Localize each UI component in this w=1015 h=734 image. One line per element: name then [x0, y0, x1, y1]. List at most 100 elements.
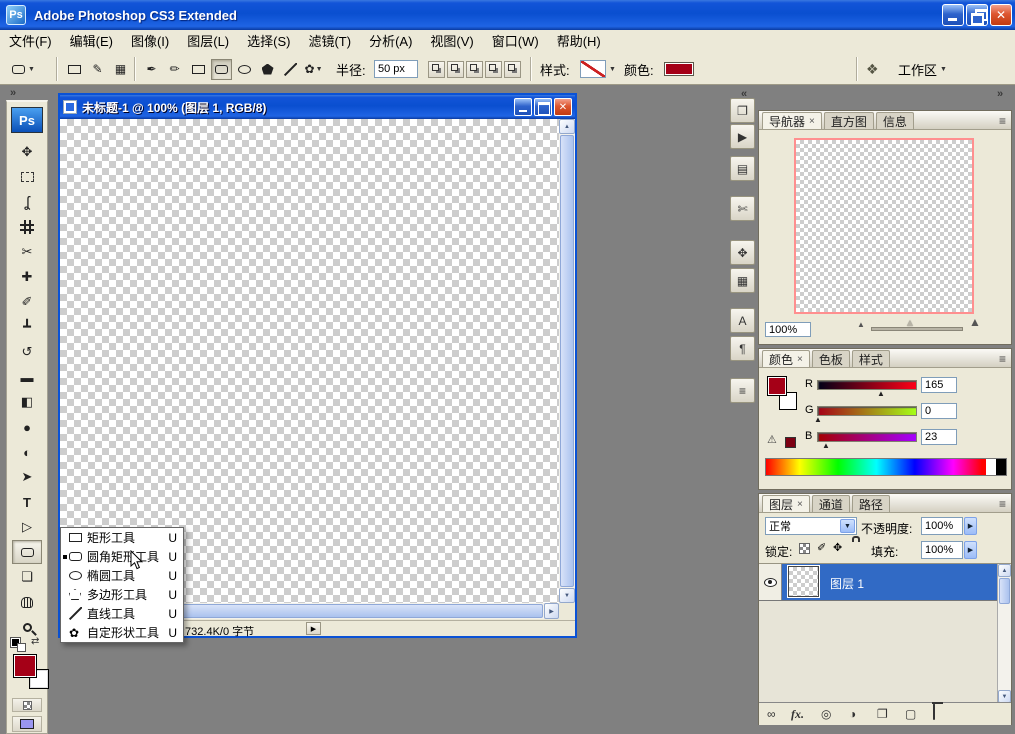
menu-help[interactable]: 帮助(H)	[548, 30, 610, 54]
tool-shape[interactable]	[12, 540, 42, 564]
channel-b-input[interactable]: 23	[921, 429, 957, 445]
dock-panel-button-3[interactable]: ▤	[730, 156, 755, 181]
opacity-spinner-icon[interactable]: ▶	[964, 517, 977, 535]
panel-menu-icon[interactable]: ≡	[999, 352, 1006, 366]
polygon-tool-button[interactable]	[257, 59, 278, 80]
fill-spinner-icon[interactable]: ▶	[964, 541, 977, 559]
new-shape-button[interactable]	[428, 61, 445, 78]
gamut-color-swatch[interactable]	[785, 437, 796, 448]
channel-g-slider[interactable]	[817, 406, 917, 416]
fill-pixels-button[interactable]: ▦	[110, 59, 131, 80]
opacity-input[interactable]: 100%	[921, 517, 963, 535]
tab-close-icon[interactable]: ×	[797, 354, 803, 365]
shape-layers-button[interactable]	[64, 59, 85, 80]
foreground-color-swatch[interactable]	[13, 654, 37, 678]
tool-notes[interactable]: ❏	[12, 565, 42, 589]
tab-navigator[interactable]: 导航器 ×	[762, 112, 822, 129]
shape-color-swatch[interactable]	[664, 62, 694, 76]
tab-histogram[interactable]: 直方图	[824, 112, 874, 129]
layer-list-scrollbar[interactable]: ▲ ▼	[997, 564, 1011, 703]
scroll-thumb[interactable]	[560, 135, 574, 587]
rectangle-tool-button[interactable]	[188, 59, 209, 80]
exclude-shape-button[interactable]	[504, 61, 521, 78]
tab-close-icon[interactable]: ×	[809, 116, 815, 127]
layer-mask-icon[interactable]: ◎	[821, 707, 831, 721]
new-layer-icon[interactable]: ▢	[905, 707, 916, 721]
tool-path-selection[interactable]: ➤	[12, 465, 42, 489]
menu-layer[interactable]: 图层(L)	[178, 30, 238, 54]
ellipse-tool-button[interactable]	[234, 59, 255, 80]
zoom-in-icon[interactable]: ▲	[969, 315, 981, 329]
menu-window[interactable]: 窗口(W)	[483, 30, 548, 54]
slider-thumb-icon[interactable]: ▲	[905, 318, 915, 329]
add-shape-button[interactable]	[447, 61, 464, 78]
flyout-item-custom-shape[interactable]: ✿ 自定形状工具 U	[61, 623, 183, 642]
dock-panel-button-4[interactable]: ✄	[730, 196, 755, 221]
tab-info[interactable]: 信息	[876, 112, 914, 129]
scroll-up-icon[interactable]: ▲	[559, 119, 575, 134]
channel-r-input[interactable]: 165	[921, 377, 957, 393]
tool-lasso[interactable]: ʆ	[12, 190, 42, 214]
tab-layers[interactable]: 图层 ×	[762, 495, 810, 512]
tool-clone-stamp[interactable]: ┻	[12, 315, 42, 339]
vertical-scrollbar[interactable]: ▲ ▼	[559, 119, 575, 603]
tool-direct-selection[interactable]: ▷	[12, 515, 42, 539]
restore-button[interactable]	[966, 4, 988, 26]
layer-row[interactable]: 图层 1	[759, 564, 997, 601]
fill-input[interactable]: 100%	[921, 541, 963, 559]
dock-panel-button-7[interactable]: A	[730, 308, 755, 333]
tool-preset-picker[interactable]: ▼	[12, 54, 35, 84]
slider-thumb-icon[interactable]: ▲	[822, 441, 830, 450]
tool-move[interactable]: ✥	[12, 140, 42, 164]
dock-panel-button-5[interactable]: ✥	[730, 240, 755, 265]
tab-channels[interactable]: 通道	[812, 495, 850, 512]
panel-menu-icon[interactable]: ≡	[999, 497, 1006, 511]
menu-view[interactable]: 视图(V)	[421, 30, 482, 54]
blend-mode-select[interactable]: 正常 ▼	[765, 517, 857, 535]
layer-visibility-cell[interactable]	[759, 564, 782, 600]
scroll-down-icon[interactable]: ▼	[559, 588, 575, 603]
layer-name[interactable]: 图层 1	[830, 575, 864, 592]
tool-blur[interactable]: ●	[12, 415, 42, 439]
channel-b-slider[interactable]	[817, 432, 917, 442]
tab-paths[interactable]: 路径	[852, 495, 890, 512]
tool-crop[interactable]	[12, 215, 42, 239]
zoom-out-icon[interactable]: ▲	[857, 320, 865, 329]
menu-filter[interactable]: 滤镜(T)	[299, 30, 360, 54]
menu-file[interactable]: 文件(F)	[0, 30, 61, 54]
tool-history-brush[interactable]: ↺	[12, 340, 42, 364]
navigator-zoom-slider[interactable]	[871, 327, 963, 331]
dropdown-icon[interactable]: ▼	[840, 519, 855, 533]
white-swatch[interactable]	[986, 459, 996, 475]
tool-type[interactable]: T	[12, 490, 42, 514]
dock-panel-button-1[interactable]: ❐	[730, 98, 755, 123]
slider-thumb-icon[interactable]: ▲	[877, 389, 885, 398]
document-titlebar[interactable]: 未标题-1 @ 100% (图层 1, RGB/8) ✕	[60, 95, 575, 119]
menu-edit[interactable]: 编辑(E)	[61, 30, 122, 54]
channel-g-input[interactable]: 0	[921, 403, 957, 419]
scroll-up-icon[interactable]: ▲	[998, 564, 1011, 577]
workspace-button[interactable]: 工作区 ▼	[898, 54, 947, 84]
new-group-icon[interactable]: ❐	[877, 707, 888, 721]
dock-panel-button-9[interactable]: ≡	[730, 378, 755, 403]
close-button[interactable]: ✕	[990, 4, 1012, 26]
swap-colors-icon[interactable]: ⇄	[31, 636, 39, 647]
gamut-warning-icon[interactable]: ⚠	[767, 433, 777, 446]
flyout-item-rectangle[interactable]: 矩形工具 U	[61, 528, 183, 547]
rounded-rectangle-tool-button[interactable]	[211, 59, 232, 80]
default-colors-icon[interactable]	[11, 638, 27, 652]
intersect-shape-button[interactable]	[485, 61, 502, 78]
layer-style-icon[interactable]: fx.	[791, 707, 804, 722]
pen-tool-button[interactable]: ✒	[141, 59, 162, 80]
tool-eraser[interactable]: ▬	[12, 365, 42, 389]
layer-thumbnail[interactable]	[788, 566, 819, 597]
tool-hand[interactable]	[12, 590, 42, 614]
tool-rectangular-marquee[interactable]	[12, 165, 42, 189]
eye-icon[interactable]	[764, 578, 777, 587]
bridge-button[interactable]: ❖	[866, 54, 879, 84]
tool-dodge[interactable]: ◐	[12, 440, 42, 464]
tool-gradient[interactable]: ◧	[12, 390, 42, 414]
tab-close-icon[interactable]: ×	[797, 499, 803, 510]
menu-analysis[interactable]: 分析(A)	[360, 30, 421, 54]
tab-styles[interactable]: 样式	[852, 350, 890, 367]
